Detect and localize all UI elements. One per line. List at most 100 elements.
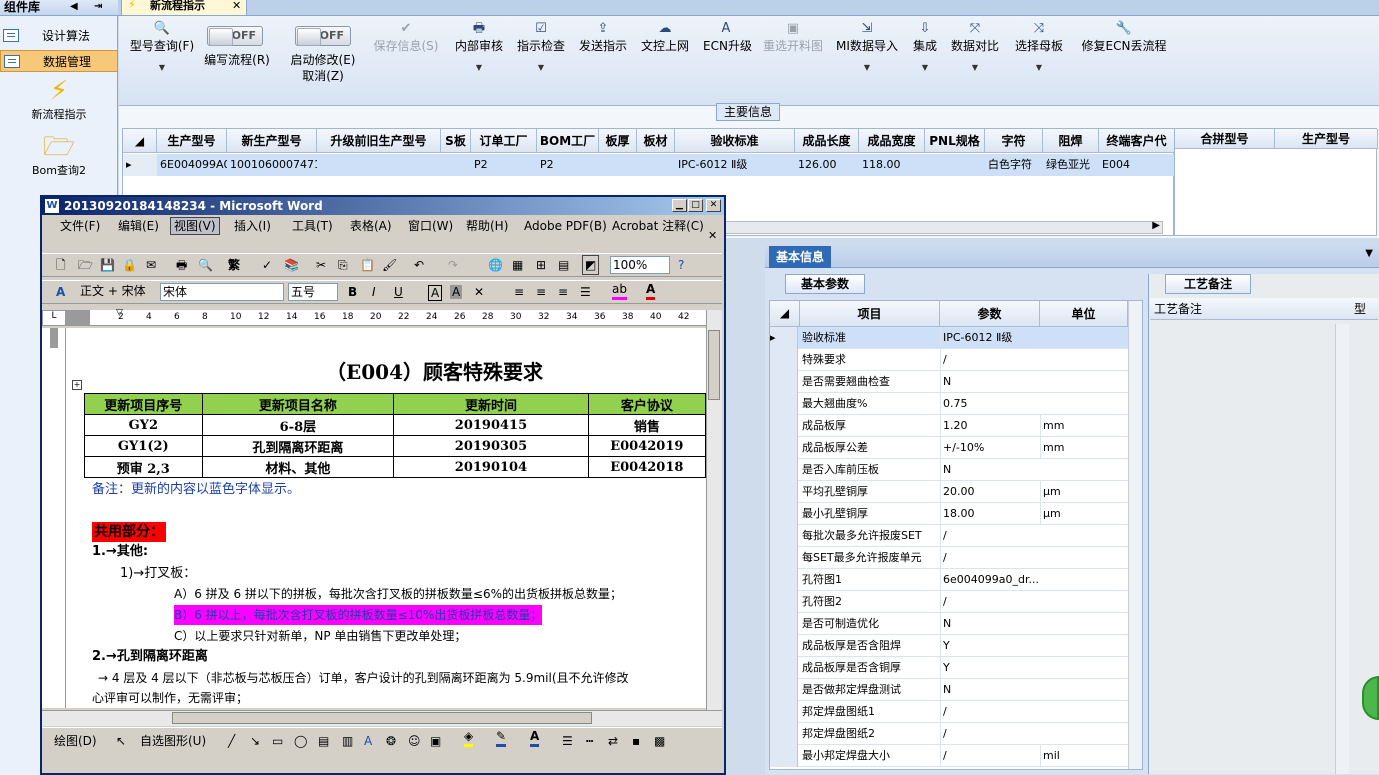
vertical-ruler[interactable] bbox=[42, 328, 66, 708]
table-cell[interactable]: 白色字符 bbox=[985, 154, 1043, 176]
column-header[interactable]: 成品长度 bbox=[795, 129, 859, 153]
column-header[interactable]: 终端客户代 bbox=[1099, 129, 1175, 153]
row-indicator[interactable] bbox=[770, 723, 798, 745]
doc-online-button[interactable]: ☁ 文控上网 bbox=[639, 20, 691, 102]
zoom-select[interactable]: 100% bbox=[610, 256, 670, 274]
paste-icon[interactable]: 📋 bbox=[360, 254, 375, 276]
cut-icon[interactable]: ✂ bbox=[316, 254, 326, 276]
hyperlink-icon[interactable]: 🌐 bbox=[488, 254, 503, 276]
save-info-button[interactable]: ✔ 保存信息(S) bbox=[371, 20, 441, 102]
table-cell[interactable]: P2 bbox=[537, 154, 599, 176]
menu-acrobat[interactable]: Acrobat 注释(C) bbox=[612, 216, 704, 236]
table-row[interactable]: 最大翘曲度% 0.75 bbox=[770, 393, 1128, 415]
email-icon[interactable]: ✉ bbox=[146, 254, 156, 276]
column-header[interactable]: 工艺备注 bbox=[1150, 298, 1350, 320]
new-flow-item[interactable]: ⚡ 新流程指示 bbox=[0, 76, 118, 122]
param-value[interactable]: N bbox=[940, 459, 1038, 481]
column-header[interactable]: 合拼型号 bbox=[1175, 129, 1275, 149]
horizontal-ruler[interactable]: ▽ 2 4 6 8 10 12 14 16 18 20 22 24 26 28 30 32 34 36 38 40 42 bbox=[66, 308, 706, 326]
model-query-button[interactable]: 🔍 型号查询(F) ▼ bbox=[123, 20, 201, 102]
row-indicator[interactable] bbox=[770, 745, 798, 767]
scroll-right-icon[interactable]: ▶ bbox=[1152, 220, 1160, 231]
column-header[interactable]: 项目 bbox=[800, 301, 940, 327]
row-indicator[interactable] bbox=[770, 635, 798, 657]
column-header[interactable]: 参数 bbox=[940, 301, 1040, 327]
table-row[interactable]: 成品板厚是否含铜厚 Y bbox=[770, 657, 1128, 679]
insert-table-icon[interactable]: ⊞ bbox=[536, 254, 546, 276]
table-row[interactable]: 是否需要翘曲检查 N bbox=[770, 371, 1128, 393]
tab-selector[interactable]: L bbox=[42, 310, 66, 326]
row-indicator[interactable] bbox=[770, 393, 798, 415]
close-button[interactable]: ✕ bbox=[706, 199, 721, 212]
row-indicator[interactable] bbox=[770, 701, 798, 723]
rectangle-icon[interactable]: ▭ bbox=[272, 728, 283, 754]
open-icon[interactable]: 🗁 bbox=[78, 254, 93, 276]
vertical-scrollbar[interactable] bbox=[1335, 324, 1349, 774]
spelling-icon[interactable]: ✓ bbox=[262, 254, 272, 276]
close-icon[interactable]: ✕ bbox=[232, 0, 241, 12]
param-value[interactable]: / bbox=[940, 547, 1038, 569]
param-value[interactable]: / bbox=[940, 723, 1038, 745]
font-color-icon[interactable]: A bbox=[646, 281, 656, 300]
font-color-icon[interactable]: A bbox=[530, 728, 540, 747]
shadow-icon[interactable]: ▪ bbox=[632, 728, 640, 754]
arrow-icon[interactable]: ↘ bbox=[250, 728, 260, 754]
oval-icon[interactable]: ◯ bbox=[294, 728, 307, 754]
close-doc-icon[interactable]: ✕ bbox=[708, 226, 717, 246]
start-modify-toggle[interactable]: OFF bbox=[295, 26, 351, 46]
floating-badge[interactable] bbox=[1362, 676, 1379, 720]
tab-new-flow[interactable]: ⚡ 新流程指示 ✕ bbox=[121, 0, 247, 16]
row-indicator[interactable] bbox=[770, 657, 798, 679]
doc-horizontal-scrollbar[interactable] bbox=[42, 710, 722, 726]
data-compare-button[interactable]: ⤧ 数据对比 ▼ bbox=[949, 20, 1001, 102]
param-value[interactable]: 1.20 bbox=[940, 415, 1038, 437]
char-scaling-button[interactable]: ✕ bbox=[474, 281, 484, 303]
row-indicator[interactable] bbox=[770, 613, 798, 635]
table-row[interactable]: 平均孔壁铜厚 20.00 μm bbox=[770, 481, 1128, 503]
table-row[interactable]: 孔符图2 / bbox=[770, 591, 1128, 613]
format-painter-icon[interactable]: 🖌 bbox=[382, 254, 397, 276]
column-header[interactable]: 升级前旧生产型号 bbox=[317, 129, 441, 153]
row-indicator[interactable] bbox=[770, 437, 798, 459]
reselect-cutting-button[interactable]: ▣ 重选开料图 bbox=[761, 20, 825, 102]
row-indicator[interactable] bbox=[770, 459, 798, 481]
table-row[interactable]: 邦定焊盘图纸1 / bbox=[770, 701, 1128, 723]
table-cell[interactable]: 126.00 bbox=[795, 154, 859, 176]
row-indicator[interactable] bbox=[770, 547, 798, 569]
table-cell[interactable]: E004 bbox=[1099, 154, 1175, 176]
minimize-button[interactable]: ▁ bbox=[672, 199, 687, 212]
table-row[interactable]: 最小孔壁铜厚 18.00 μm bbox=[770, 503, 1128, 525]
new-doc-icon[interactable]: 🗋 bbox=[56, 254, 66, 276]
select-objects-icon[interactable]: ↖ bbox=[116, 728, 126, 754]
permission-icon[interactable]: 🔒 bbox=[122, 254, 137, 276]
menu-file[interactable]: 文件(F) bbox=[60, 216, 100, 236]
autoshapes-menu[interactable]: 自选图形(U) bbox=[140, 728, 206, 754]
traditional-chinese-button[interactable]: 繁 bbox=[228, 254, 240, 276]
mi-import-button[interactable]: ⇲ MI数据导入 ▼ bbox=[835, 20, 899, 102]
column-header[interactable]: 生产型号 bbox=[157, 129, 227, 153]
table-row[interactable]: 是否入库前压板 N bbox=[770, 459, 1128, 481]
param-value[interactable]: / bbox=[940, 349, 1038, 371]
table-row[interactable]: 成品板厚是否含阻焊 Y bbox=[770, 635, 1128, 657]
scroll-thumb[interactable] bbox=[708, 330, 720, 400]
column-header[interactable]: 字符 bbox=[985, 129, 1043, 153]
table-cell[interactable] bbox=[925, 154, 985, 176]
research-icon[interactable]: 📚 bbox=[284, 254, 299, 276]
doc-vertical-scrollbar[interactable] bbox=[706, 310, 722, 710]
maximize-button[interactable]: □ bbox=[688, 199, 703, 212]
menu-table[interactable]: 表格(A) bbox=[350, 216, 392, 236]
row-indicator[interactable]: ▸ bbox=[123, 154, 157, 176]
document-map-icon[interactable]: ◩ bbox=[582, 255, 600, 275]
row-indicator[interactable] bbox=[770, 371, 798, 393]
column-header[interactable]: 型 bbox=[1350, 298, 1378, 320]
menu-adobe-pdf[interactable]: Adobe PDF(B) bbox=[524, 216, 607, 236]
param-value[interactable]: / bbox=[940, 701, 1038, 723]
table-move-handle[interactable]: + bbox=[72, 380, 82, 390]
instruction-check-button[interactable]: ☑ 指示检查 ▼ bbox=[515, 20, 567, 102]
param-value[interactable]: N bbox=[940, 613, 1038, 635]
row-indicator[interactable] bbox=[770, 503, 798, 525]
send-instruction-button[interactable]: ⇪ 发送指示 bbox=[577, 20, 629, 102]
column-header[interactable]: 单位 bbox=[1040, 301, 1128, 327]
param-value[interactable]: IPC-6012 Ⅱ级 bbox=[940, 327, 1038, 349]
table-row[interactable]: 邦定焊盘图纸2 / bbox=[770, 723, 1128, 745]
